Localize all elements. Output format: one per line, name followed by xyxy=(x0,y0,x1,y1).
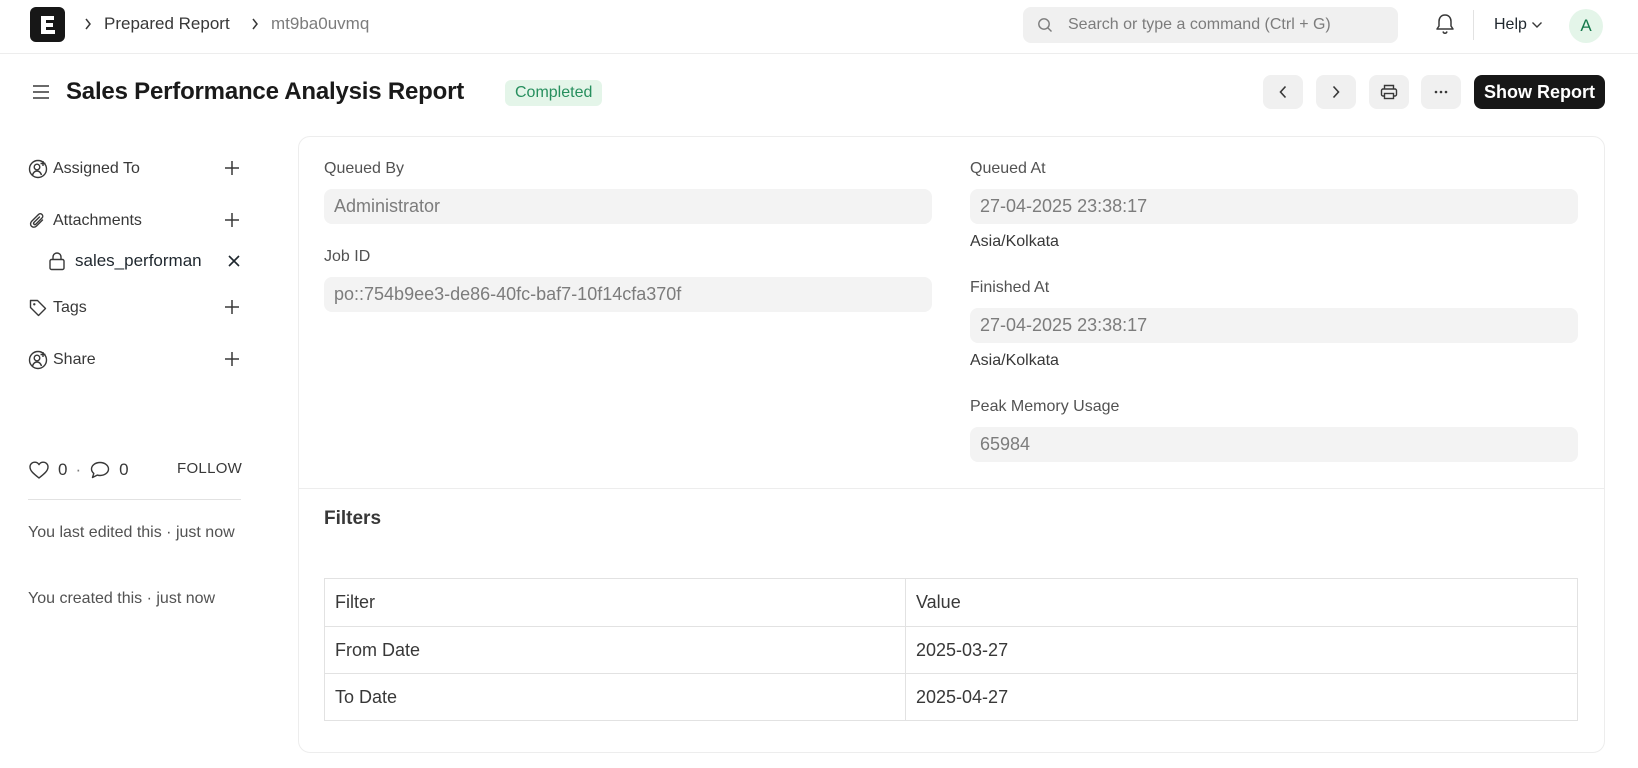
table-header-row: Filter Value xyxy=(324,578,1578,627)
attachment-filename[interactable]: sales_performan xyxy=(75,251,210,271)
queued-by-field[interactable]: Administrator xyxy=(324,189,932,224)
sidebar-share: Share xyxy=(28,346,243,372)
queued-by-label: Queued By xyxy=(324,160,405,177)
printer-icon xyxy=(1380,84,1398,100)
comment-count: 0 xyxy=(119,460,129,479)
sidebar-divider xyxy=(28,499,241,500)
print-button[interactable] xyxy=(1369,75,1409,109)
add-share-icon[interactable] xyxy=(221,348,243,370)
breadcrumb-prepared-report[interactable]: Prepared Report xyxy=(104,14,230,34)
queued-at-field[interactable]: 27-04-2025 23:38:17 xyxy=(970,189,1578,224)
add-assignment-icon[interactable] xyxy=(221,157,243,179)
table-cell-value: 2025-04-27 xyxy=(905,673,1578,721)
chevron-right-icon xyxy=(82,14,94,34)
filters-table: Filter Value From Date 2025-03-27 To Dat… xyxy=(324,578,1578,721)
more-actions-button[interactable] xyxy=(1421,75,1461,109)
activity-created: You created this · just now xyxy=(28,590,216,607)
chevron-right-icon xyxy=(1332,85,1340,99)
navbar-divider xyxy=(1473,10,1474,40)
lock-icon xyxy=(49,252,65,271)
sidebar-label: Share xyxy=(53,351,96,368)
page-title: Sales Performance Analysis Report xyxy=(66,78,465,105)
like-count: 0 xyxy=(58,460,68,479)
sidebar-label: Attachments xyxy=(53,212,142,229)
sidebar-label: Tags xyxy=(53,299,87,316)
chevron-down-icon xyxy=(1531,22,1542,28)
finished-at-label: Finished At xyxy=(970,279,1050,296)
queued-at-timezone: Asia/Kolkata xyxy=(970,233,1059,250)
activity-last-edited: You last edited this · just now xyxy=(28,524,235,541)
sidebar-toggle-icon[interactable] xyxy=(31,82,51,102)
chevron-right-icon xyxy=(249,14,261,34)
search-icon xyxy=(1038,18,1052,32)
peak-memory-field[interactable]: 65984 xyxy=(970,427,1578,462)
help-label: Help xyxy=(1494,16,1527,33)
sidebar-tags: Tags xyxy=(28,294,243,320)
notification-bell-icon[interactable] xyxy=(1434,12,1456,36)
show-report-button[interactable]: Show Report xyxy=(1474,75,1605,109)
paperclip-icon xyxy=(29,213,44,228)
peak-memory-label: Peak Memory Usage xyxy=(970,398,1120,415)
table-row: From Date 2025-03-27 xyxy=(324,626,1578,674)
user-add-icon xyxy=(28,159,48,179)
table-row: To Date 2025-04-27 xyxy=(324,673,1578,721)
finished-at-timezone: Asia/Kolkata xyxy=(970,352,1059,369)
search-placeholder: Search or type a command (Ctrl + G) xyxy=(1068,16,1331,33)
column-header-filter: Filter xyxy=(324,578,906,627)
heart-icon[interactable] xyxy=(28,460,50,480)
help-dropdown[interactable]: Help xyxy=(1494,15,1543,35)
job-id-label: Job ID xyxy=(324,248,371,265)
next-doc-button[interactable] xyxy=(1316,75,1356,109)
breadcrumb-current-doc[interactable]: mt9ba0uvmq xyxy=(271,14,369,34)
sidebar-assigned-to: Assigned To xyxy=(28,155,243,181)
table-cell-filter: To Date xyxy=(324,673,906,721)
comment-icon[interactable] xyxy=(89,460,111,480)
user-avatar[interactable]: A xyxy=(1569,9,1603,43)
section-divider xyxy=(298,488,1605,489)
add-tag-icon[interactable] xyxy=(221,296,243,318)
job-id-field[interactable]: po::754b9ee3-de86-40fc-baf7-10f14cfa370f xyxy=(324,277,932,312)
app-logo[interactable] xyxy=(30,7,65,42)
more-horizontal-icon xyxy=(1434,90,1448,94)
user-share-icon xyxy=(28,350,48,370)
dot-separator: · xyxy=(75,460,82,479)
likes-comments: 0 · 0 xyxy=(28,458,129,482)
table-cell-filter: From Date xyxy=(324,626,906,674)
app-logo-icon xyxy=(40,15,55,34)
column-header-value: Value xyxy=(905,578,1578,627)
queued-at-label: Queued At xyxy=(970,160,1046,177)
search-input[interactable]: Search or type a command (Ctrl + G) xyxy=(1023,7,1398,43)
add-attachment-icon[interactable] xyxy=(221,209,243,231)
finished-at-field[interactable]: 27-04-2025 23:38:17 xyxy=(970,308,1578,343)
remove-attachment-icon[interactable] xyxy=(225,252,243,270)
sidebar-label: Assigned To xyxy=(53,160,140,177)
previous-doc-button[interactable] xyxy=(1263,75,1303,109)
table-cell-value: 2025-03-27 xyxy=(905,626,1578,674)
attachment-item[interactable]: sales_performan xyxy=(48,248,243,274)
chevron-left-icon xyxy=(1279,85,1287,99)
filters-section-title: Filters xyxy=(324,508,382,529)
navbar: Prepared Report mt9ba0uvmq Search or typ… xyxy=(0,0,1638,54)
sidebar-attachments: Attachments xyxy=(28,207,243,233)
follow-button[interactable]: FOLLOW xyxy=(177,460,242,477)
status-badge: Completed xyxy=(505,80,603,106)
tag-icon xyxy=(29,299,47,317)
